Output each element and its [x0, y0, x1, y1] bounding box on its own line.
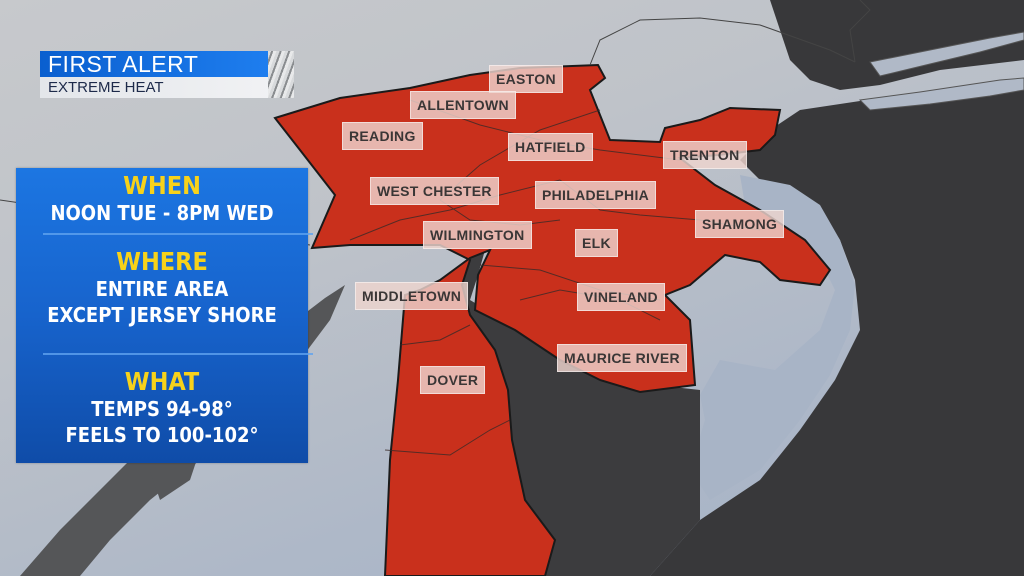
city-label-middletown: MIDDLETOWN [355, 282, 469, 310]
city-label-easton: EASTON [489, 65, 563, 93]
alert-header: FIRST ALERT EXTREME HEAT [40, 51, 294, 98]
section-divider [43, 353, 313, 355]
where-section: WHERE ENTIRE AREA EXCEPT JERSEY SHORE [16, 248, 308, 328]
section-divider [43, 233, 313, 235]
city-label-allentown: ALLENTOWN [410, 91, 516, 119]
alert-info-panel: WHEN NOON TUE - 8PM WED WHERE ENTIRE ARE… [16, 168, 313, 463]
city-label-vineland: VINELAND [577, 283, 665, 311]
city-label-hatfield: HATFIELD [508, 133, 593, 161]
what-value-line-1: TEMPS 94-98° [91, 397, 233, 421]
weather-alert-graphic: EASTON ALLENTOWN READING HATFIELD TRENTO… [0, 0, 1024, 576]
city-label-dover: DOVER [420, 366, 486, 394]
city-label-shamong: SHAMONG [695, 210, 785, 238]
when-heading: WHEN [123, 171, 201, 200]
city-label-maurice-river: MAURICE RIVER [557, 344, 687, 372]
city-label-reading: READING [342, 122, 423, 150]
when-value: NOON TUE - 8PM WED [50, 201, 274, 225]
city-label-wilmington: WILMINGTON [423, 221, 532, 249]
where-heading: WHERE [116, 247, 208, 276]
what-section: WHAT TEMPS 94-98° FEELS TO 100-102° [16, 368, 308, 448]
what-heading: WHAT [124, 367, 200, 396]
city-label-west-chester: WEST CHESTER [370, 177, 499, 205]
alert-subtitle: EXTREME HEAT [40, 77, 278, 98]
city-label-elk: ELK [575, 229, 618, 257]
city-label-philadelphia: PHILADELPHIA [535, 181, 657, 209]
what-value-line-2: FEELS TO 100-102° [65, 423, 259, 447]
city-label-trenton: TRENTON [663, 141, 747, 169]
header-stripes-decoration [268, 51, 294, 98]
where-value-line-1: ENTIRE AREA [95, 277, 229, 301]
when-section: WHEN NOON TUE - 8PM WED [16, 172, 308, 226]
where-value-line-2: EXCEPT JERSEY SHORE [47, 303, 277, 327]
alert-title: FIRST ALERT [40, 51, 278, 77]
